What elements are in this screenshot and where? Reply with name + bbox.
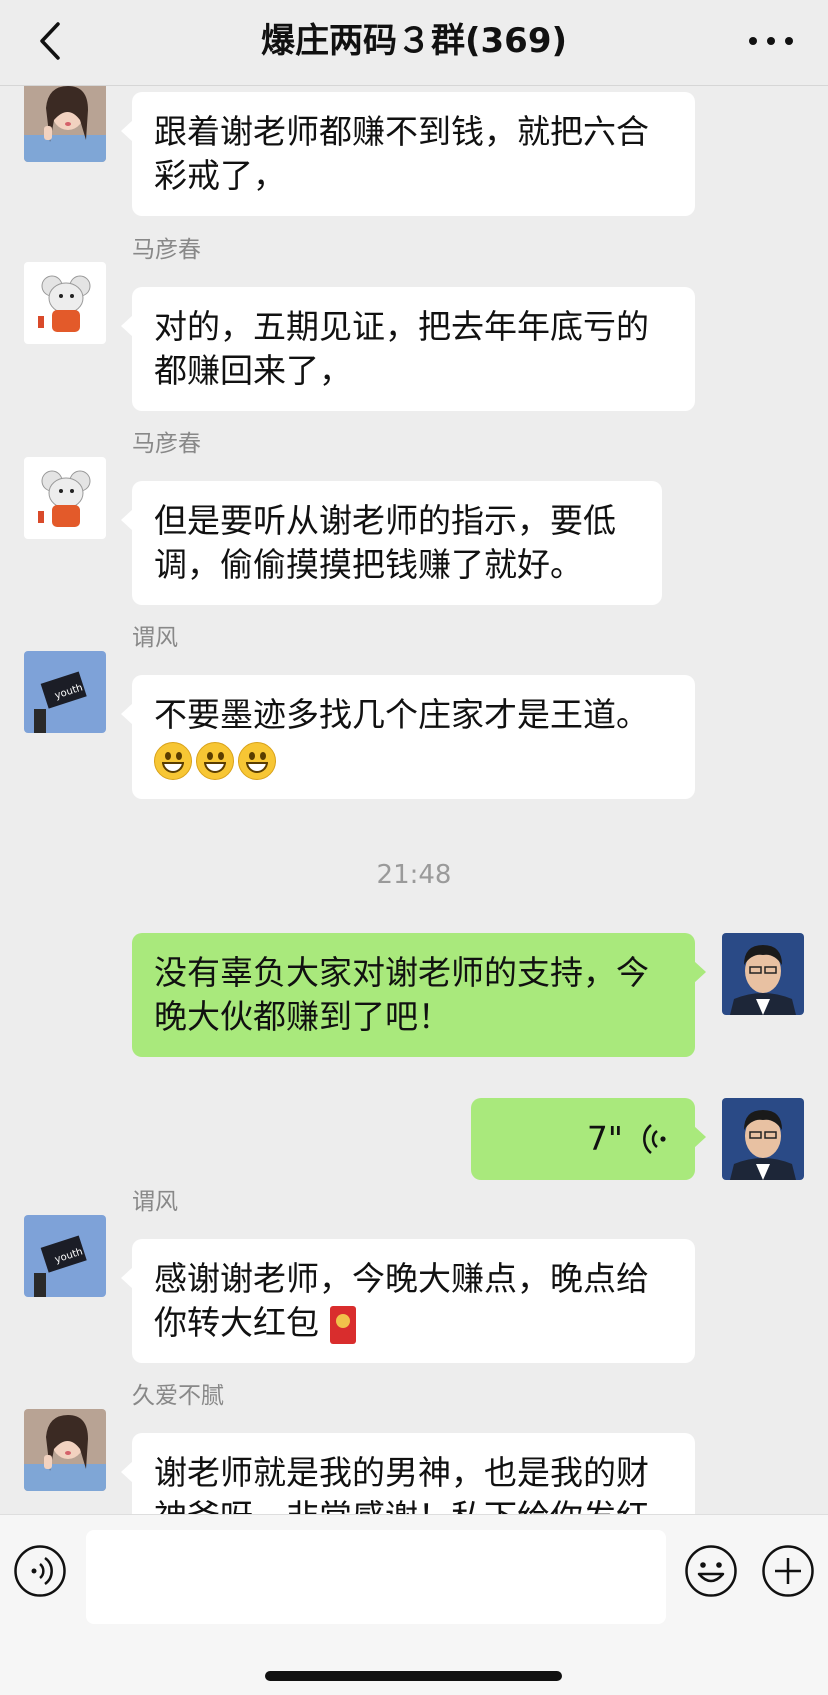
message-bubble[interactable]: 跟着谢老师都赚不到钱，就把六合彩戒了， xyxy=(121,92,695,216)
grinning-emoji xyxy=(196,741,234,780)
message-bubble-outgoing[interactable]: 没有辜负大家对谢老师的支持，今晚大伙都赚到了吧！ xyxy=(132,933,706,1057)
avatar[interactable] xyxy=(24,1409,106,1491)
voice-wave-icon xyxy=(643,1124,666,1154)
sender-name: 谓风 xyxy=(132,625,178,651)
more-horizontal-icon[interactable] xyxy=(744,20,798,62)
voice-icon[interactable] xyxy=(13,1544,67,1598)
avatar[interactable]: youth xyxy=(24,651,106,733)
smile-icon[interactable] xyxy=(684,1544,738,1598)
message-input[interactable] xyxy=(86,1530,666,1624)
message-bubble[interactable]: 感谢谢老师，今晚大赚点，晚点给你转大红包 xyxy=(121,1239,695,1363)
chat-title: 爆庄两码３群(369) xyxy=(260,21,568,61)
voice-message-bubble[interactable]: 7" xyxy=(471,1098,706,1180)
home-indicator xyxy=(265,1671,562,1681)
red-packet-emoji xyxy=(329,1305,356,1344)
avatar-self[interactable] xyxy=(722,933,804,1015)
voice-duration: 7" xyxy=(586,1119,623,1158)
avatar[interactable] xyxy=(24,457,106,539)
timestamp: 21:48 xyxy=(376,860,452,890)
avatar[interactable]: youth xyxy=(24,1215,106,1297)
message-text: 对的，五期见证，把去年年底亏的都赚回来了， xyxy=(154,307,649,390)
message-bubble[interactable]: 对的，五期见证，把去年年底亏的都赚回来了， xyxy=(121,287,695,411)
message-bubble[interactable]: 谢老师就是我的男神，也是我的财神爷呀，非常感谢！私下给你发红 xyxy=(121,1433,695,1514)
message-text: 跟着谢老师都赚不到钱，就把六合彩戒了， xyxy=(154,112,649,195)
message-text: 不要墨迹多找几个庄家才是王道。 xyxy=(154,695,649,734)
plus-icon[interactable] xyxy=(761,1544,815,1598)
nav-bar: 爆庄两码３群(369) xyxy=(0,0,828,86)
message-text: 没有辜负大家对谢老师的支持，今晚大伙都赚到了吧！ xyxy=(154,953,649,1036)
message-text: 感谢谢老师，今晚大赚点，晚点给你转大红包 xyxy=(154,1259,649,1342)
sender-name: 马彦春 xyxy=(132,237,201,263)
avatar-self[interactable] xyxy=(722,1098,804,1180)
sender-name: 谓风 xyxy=(132,1189,178,1215)
grinning-emoji xyxy=(238,741,276,780)
message-list[interactable]: 跟着谢老师都赚不到钱，就把六合彩戒了， 马彦春 对的，五期见证，把去年年底亏的都… xyxy=(0,86,828,1514)
avatar[interactable] xyxy=(24,86,106,162)
grinning-emoji xyxy=(154,741,192,780)
avatar[interactable] xyxy=(24,262,106,344)
sender-name: 马彦春 xyxy=(132,431,201,457)
input-toolbar xyxy=(0,1514,828,1695)
message-bubble[interactable]: 但是要听从谢老师的指示，要低调，偷偷摸摸把钱赚了就好。 xyxy=(121,481,662,605)
sender-name: 久爱不腻 xyxy=(132,1383,224,1409)
message-text: 谢老师就是我的男神，也是我的财神爷呀，非常感谢！私下给你发红 xyxy=(154,1453,649,1514)
emoji-group xyxy=(154,741,276,780)
message-text: 但是要听从谢老师的指示，要低调，偷偷摸摸把钱赚了就好。 xyxy=(154,501,616,584)
message-bubble[interactable]: 不要墨迹多找几个庄家才是王道。 xyxy=(121,675,695,799)
